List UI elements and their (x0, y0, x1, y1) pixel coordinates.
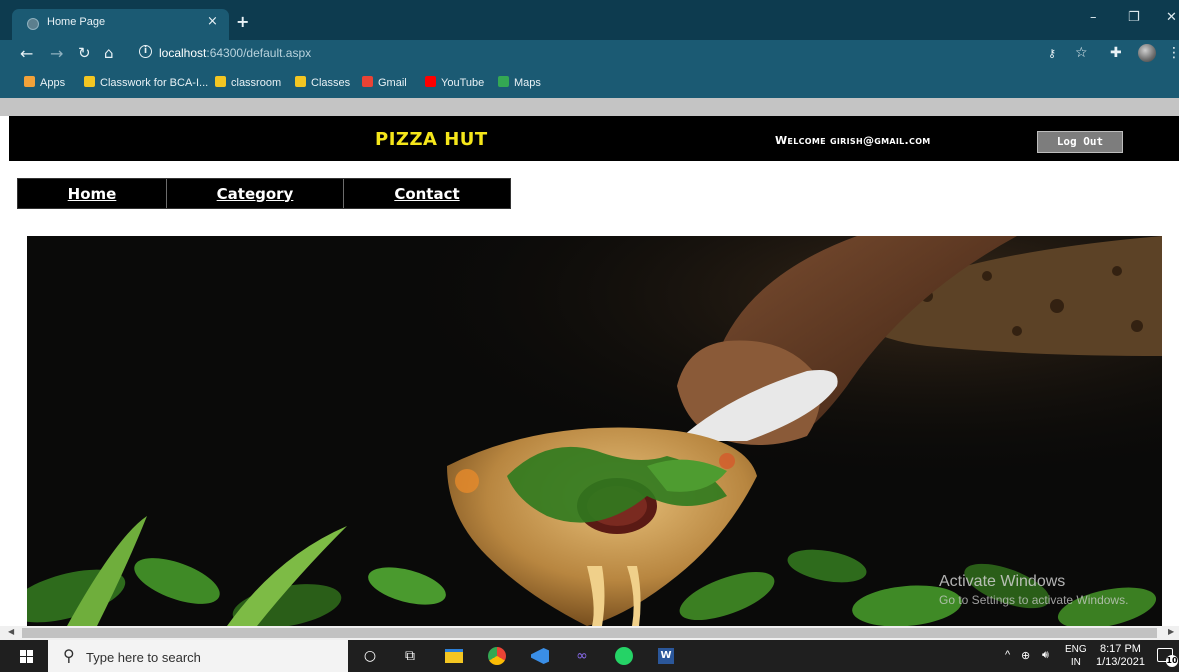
welcome-text: Welcome girish@gmail.com (775, 134, 931, 147)
minimize-icon[interactable]: – (1090, 10, 1097, 25)
address-bar[interactable]: i localhost:64300/default.aspx (133, 43, 1093, 65)
logout-button[interactable]: Log Out (1037, 131, 1123, 153)
address-url[interactable]: localhost:64300/default.aspx (159, 46, 311, 60)
brand-title: PIZZA HUT (375, 129, 488, 150)
screen: Home Page × + – ❐ ✕ ← → ↻ ⌂ i localhost:… (0, 0, 1179, 672)
whatsapp-icon[interactable] (614, 646, 634, 666)
extensions-puzzle-icon[interactable]: ✚ (1110, 45, 1122, 61)
bookmark-item[interactable]: YouTube (425, 76, 484, 89)
pizza-slice-photo (27, 236, 1162, 626)
classroom-icon (84, 76, 95, 87)
file-explorer-icon[interactable] (444, 646, 464, 666)
bookmark-item[interactable]: Classwork for BCA-I... (84, 76, 208, 89)
clock-time: 8:17 PM (1099, 643, 1141, 655)
tab-title: Home Page (47, 16, 106, 28)
scroll-right-icon[interactable]: ▶ (1168, 627, 1174, 636)
windows-taskbar: ⚲ Type here to search ○ ⧉ ∞ W ^ ⊕ 🔊︎ ENG… (0, 640, 1179, 672)
profile-avatar[interactable] (1138, 44, 1156, 62)
back-icon[interactable]: ← (20, 44, 33, 63)
maps-icon (498, 76, 509, 87)
folder-icon (215, 76, 226, 87)
home-icon[interactable]: ⌂ (104, 44, 114, 62)
chrome-icon[interactable] (487, 646, 507, 666)
browser-tab-strip: Home Page × + – ❐ ✕ (0, 0, 1179, 40)
bookmark-item[interactable]: classroom (215, 76, 281, 89)
classroom-icon (295, 76, 306, 87)
browser-tab[interactable]: Home Page × (12, 9, 229, 40)
activate-windows-subtitle: Go to Settings to activate Windows. (939, 593, 1129, 607)
activate-windows-watermark: Activate Windows Go to Settings to activ… (939, 573, 1128, 607)
cortana-icon[interactable]: ○ (360, 646, 380, 666)
infinity-app-icon[interactable]: ∞ (572, 646, 592, 666)
tray-overflow-icon[interactable]: ^ (1005, 649, 1010, 661)
windows-start-icon[interactable] (20, 650, 34, 664)
site-header: PIZZA HUT Welcome girish@gmail.com Log O… (9, 116, 1179, 161)
menu-item-contact[interactable]: Contact (344, 179, 510, 208)
bookmark-star-icon[interactable]: ☆ (1075, 45, 1088, 61)
activate-windows-title: Activate Windows (939, 573, 1066, 590)
restore-icon[interactable]: ❐ (1128, 10, 1140, 25)
site-info-icon[interactable]: i (139, 45, 152, 58)
word-icon[interactable]: W (656, 646, 676, 666)
reload-icon[interactable]: ↻ (78, 44, 91, 62)
hero-image (27, 236, 1162, 626)
menu-item-home[interactable]: Home (18, 179, 167, 208)
browser-toolbar: ← → ↻ ⌂ i localhost:64300/default.aspx ⚷… (0, 40, 1179, 68)
close-window-icon[interactable]: ✕ (1166, 10, 1177, 25)
menu-kebab-icon[interactable]: ⋮ (1167, 45, 1179, 61)
tab-close-icon[interactable]: × (207, 14, 218, 29)
search-icon: ⚲ (63, 646, 75, 665)
network-icon[interactable]: ⊕ (1021, 649, 1030, 662)
menu-item-category[interactable]: Category (167, 179, 344, 208)
taskbar-search[interactable]: ⚲ Type here to search (48, 640, 348, 672)
notifications-icon[interactable]: 10 (1157, 648, 1178, 667)
page-top-strip (0, 98, 1179, 116)
bookmark-item[interactable]: Apps (24, 76, 65, 89)
bookmark-item[interactable]: Gmail (362, 76, 407, 89)
key-icon[interactable]: ⚷ (1048, 47, 1056, 60)
youtube-icon (425, 76, 436, 87)
bookmarks-bar: Apps Classwork for BCA-I... classroom Class… (0, 68, 1179, 98)
volume-icon[interactable]: 🔊︎ (1042, 649, 1049, 662)
task-view-icon[interactable]: ⧉ (400, 646, 420, 666)
horizontal-scrollbar[interactable]: ◀ ▶ (0, 626, 1179, 640)
scrollbar-thumb[interactable] (22, 628, 1157, 638)
new-tab-icon[interactable]: + (236, 12, 249, 31)
bookmark-item[interactable]: Classes (295, 76, 350, 89)
main-menu: Home Category Contact (17, 178, 511, 209)
page-favicon-icon (27, 18, 39, 30)
gmail-icon (362, 76, 373, 87)
visual-studio-icon[interactable] (530, 646, 550, 666)
language-indicator[interactable]: ENG IN (1065, 643, 1087, 669)
forward-icon[interactable]: → (50, 44, 63, 63)
taskbar-search-placeholder: Type here to search (86, 650, 201, 665)
scroll-left-icon[interactable]: ◀ (8, 627, 14, 636)
bookmark-item[interactable]: Maps (498, 76, 541, 89)
apps-grid-icon (24, 76, 35, 87)
taskbar-clock[interactable]: 8:17 PM 1/13/2021 (1096, 643, 1145, 669)
clock-date: 1/13/2021 (1096, 656, 1145, 668)
